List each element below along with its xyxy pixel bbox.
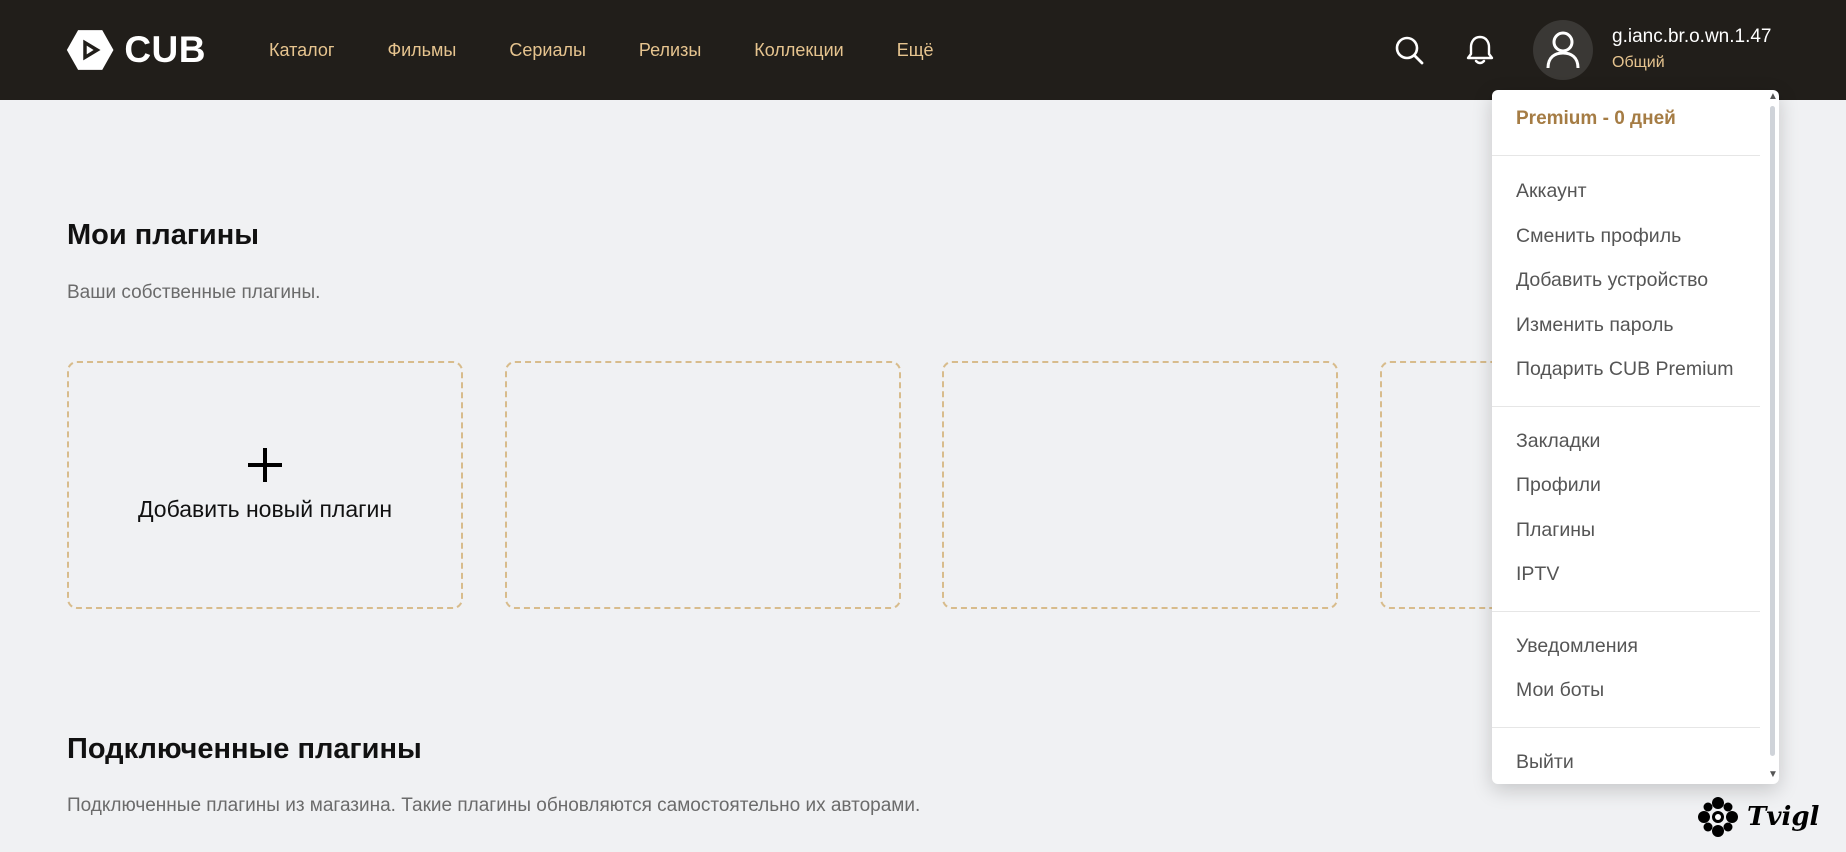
search-icon [1395,36,1424,65]
flower-icon [1698,797,1738,837]
nav-item-more[interactable]: Ещё [897,40,934,61]
menu-item-add-device[interactable]: Добавить устройство [1516,269,1708,292]
menu-item-switch-profile[interactable]: Сменить профиль [1516,225,1681,248]
menu-divider [1492,611,1760,612]
menu-item-bookmarks[interactable]: Закладки [1516,430,1600,453]
add-plugin-label: Добавить новый плагин [137,495,393,522]
user-role: Общий [1612,54,1665,71]
connected-plugins-title: Подключенные плагины [67,733,422,765]
menu-item-account[interactable]: Аккаунт [1516,180,1587,203]
menu-item-iptv[interactable]: IPTV [1516,563,1559,586]
logo[interactable]: CUB [66,24,206,76]
premium-status[interactable]: Premium - 0 дней [1516,108,1676,130]
menu-item-profiles[interactable]: Профили [1516,474,1601,497]
top-header: CUB Каталог Фильмы Сериалы Релизы Коллек… [0,0,1846,100]
nav-item-releases[interactable]: Релизы [639,40,701,61]
scroll-down-icon[interactable]: ▼ [1768,770,1778,780]
avatar[interactable] [1533,20,1593,80]
nav-item-series[interactable]: Сериалы [509,40,586,61]
menu-item-my-bots[interactable]: Мои боты [1516,679,1604,702]
bell-icon [1466,35,1494,65]
watermark-text: Tvigl [1747,802,1820,832]
notifications-button[interactable] [1460,30,1500,70]
profile-dropdown: Premium - 0 дней Аккаунт Сменить профиль… [1492,90,1779,784]
user-name[interactable]: g.ianc.br.o.wn.1.47 [1612,26,1772,48]
scroll-up-icon[interactable]: ▲ [1768,92,1778,102]
plugin-slot-empty [942,361,1338,609]
menu-divider [1492,155,1760,156]
dropdown-scrollbar[interactable] [1770,106,1775,756]
nav-item-collections[interactable]: Коллекции [754,40,843,61]
menu-item-notifications[interactable]: Уведомления [1516,635,1638,658]
menu-item-gift-premium[interactable]: Подарить CUB Premium [1516,358,1734,381]
plugin-slot-empty [505,361,901,609]
my-plugins-title: Мои плагины [67,219,260,251]
nav-item-movies[interactable]: Фильмы [387,40,456,61]
add-plugin-card[interactable]: Добавить новый плагин [67,361,463,609]
menu-item-plugins[interactable]: Плагины [1516,519,1595,542]
search-button[interactable] [1389,30,1429,70]
user-icon [1546,31,1580,69]
menu-item-logout[interactable]: Выйти [1516,751,1574,774]
menu-item-change-password[interactable]: Изменить пароль [1516,314,1674,337]
watermark: Tvigl [1695,792,1820,842]
connected-plugins-description: Подключенные плагины из магазина. Такие … [67,795,921,816]
menu-divider [1492,406,1760,407]
plus-icon [248,447,282,482]
main-nav: Каталог Фильмы Сериалы Релизы Коллекции … [269,0,987,100]
my-plugins-description: Ваши собственные плагины. [67,282,321,303]
menu-divider [1492,727,1760,728]
logo-text: CUB [124,29,206,70]
nav-item-catalog[interactable]: Каталог [269,40,334,61]
logo-icon [66,30,114,70]
